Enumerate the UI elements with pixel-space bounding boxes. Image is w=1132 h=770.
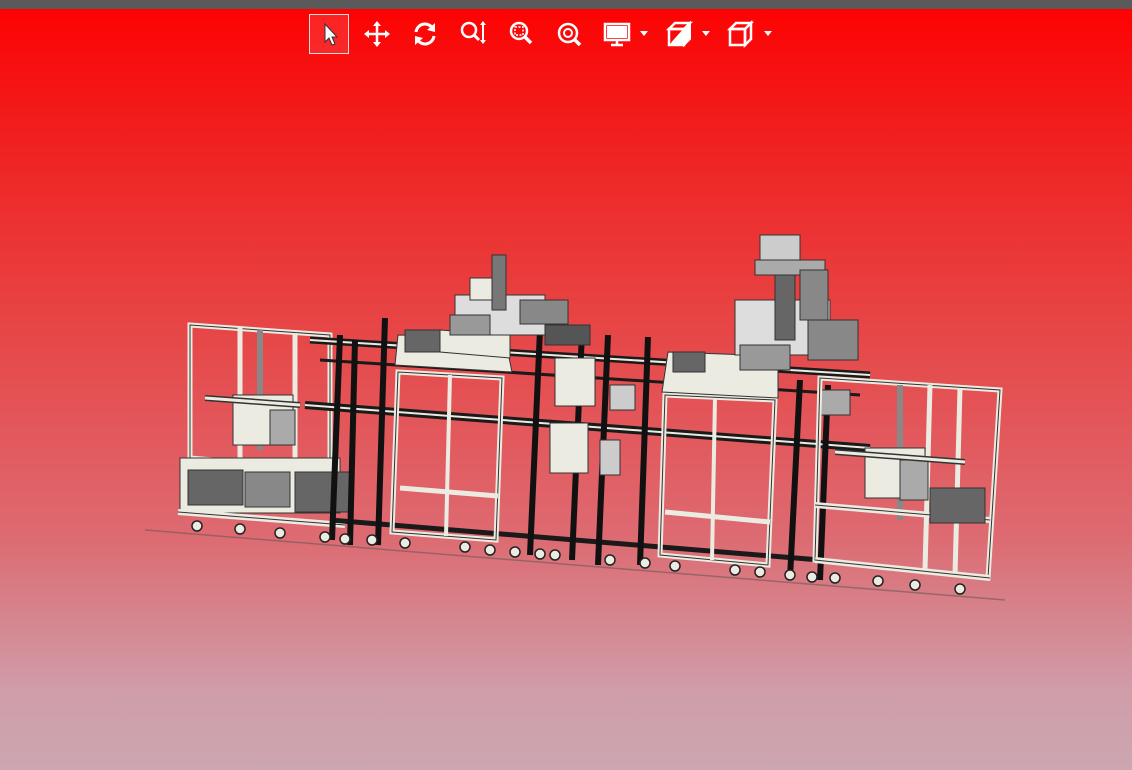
left-station <box>177 322 351 528</box>
zoom-updown-icon <box>460 21 486 44</box>
move-arrows-icon <box>364 21 390 47</box>
section-view-button[interactable] <box>659 14 699 54</box>
zoom-window-icon <box>509 21 533 45</box>
zoom-fit-button[interactable] <box>549 14 589 54</box>
display-mode-dropdown[interactable] <box>597 14 651 54</box>
chevron-down-icon[interactable] <box>699 14 713 54</box>
zoom-window-button[interactable] <box>501 14 541 54</box>
select-tool-button[interactable] <box>309 14 349 54</box>
standard-views-dropdown[interactable] <box>721 14 775 54</box>
center-panels <box>549 357 636 476</box>
chevron-down-icon[interactable] <box>637 14 651 54</box>
view-toolbar <box>309 14 783 54</box>
assembly-line-model <box>144 234 1006 601</box>
zoom-fit-icon <box>557 22 582 47</box>
monitor-icon <box>603 22 631 47</box>
cursor-arrow-icon <box>324 22 339 46</box>
zoom-tool-button[interactable] <box>453 14 493 54</box>
display-mode-button[interactable] <box>597 14 637 54</box>
workstation-right <box>657 234 859 568</box>
standard-views-button[interactable] <box>721 14 761 54</box>
casters <box>191 520 966 595</box>
section-cube-icon <box>665 20 694 48</box>
3d-viewer[interactable] <box>0 0 1132 770</box>
3d-model-viewport[interactable] <box>0 0 1132 770</box>
section-view-dropdown[interactable] <box>659 14 713 54</box>
pan-tool-button[interactable] <box>357 14 397 54</box>
chevron-down-icon[interactable] <box>761 14 775 54</box>
rotate-tool-button[interactable] <box>405 14 445 54</box>
rotate-icon <box>414 22 436 46</box>
cube-icon <box>726 19 755 49</box>
